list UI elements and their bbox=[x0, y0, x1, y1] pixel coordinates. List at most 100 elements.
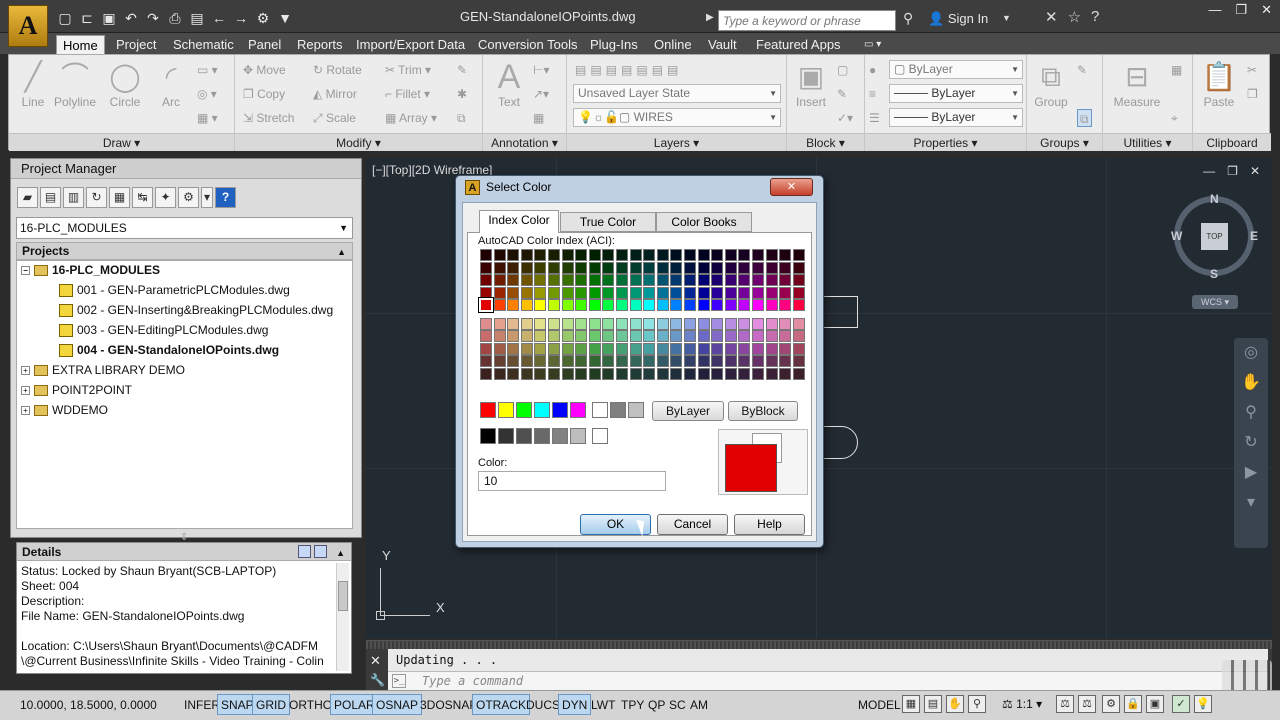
orbit-icon[interactable]: ↻ bbox=[1234, 428, 1268, 458]
aci-color-cell[interactable] bbox=[575, 342, 588, 355]
aci-color-cell[interactable] bbox=[548, 286, 560, 299]
viewcube-top-face[interactable]: TOP bbox=[1201, 223, 1228, 250]
color-input[interactable]: 10 bbox=[478, 471, 666, 491]
aci-color-cell[interactable] bbox=[724, 249, 737, 261]
move-tool[interactable]: ✥ Move bbox=[243, 61, 286, 79]
hatch-icon[interactable]: ◎ ▾ bbox=[197, 85, 217, 103]
aci-color-cell[interactable] bbox=[548, 299, 560, 311]
attribute-icon[interactable]: ✓▾ bbox=[837, 109, 853, 127]
selected-color-cell[interactable] bbox=[478, 297, 494, 313]
exchange-icon[interactable]: ✕ bbox=[1045, 8, 1058, 26]
aci-color-cell[interactable] bbox=[629, 342, 642, 355]
quick-color-cell[interactable] bbox=[570, 402, 586, 418]
aci-color-cell[interactable] bbox=[548, 355, 560, 367]
aci-color-cell[interactable] bbox=[520, 367, 533, 380]
collapse-icon[interactable]: − bbox=[21, 266, 30, 276]
command-input[interactable]: >_ Type a command bbox=[388, 671, 1268, 690]
annotation-scale[interactable]: ⚖ 1:1 ▾ bbox=[1002, 697, 1042, 711]
aci-color-cell[interactable] bbox=[534, 299, 547, 311]
aci-color-cell[interactable] bbox=[643, 249, 656, 261]
aci-color-cell[interactable] bbox=[765, 355, 778, 367]
aci-color-cell[interactable] bbox=[724, 355, 737, 367]
quick-color-cell[interactable] bbox=[610, 402, 626, 418]
quick-color-cell[interactable] bbox=[498, 428, 514, 444]
quick-color-cell[interactable] bbox=[498, 402, 514, 418]
insert-tool[interactable]: ▣ Insert bbox=[787, 59, 835, 109]
tab-color-books[interactable]: Color Books bbox=[656, 212, 752, 232]
aci-color-cell[interactable] bbox=[656, 355, 669, 367]
aci-color-cell[interactable] bbox=[507, 342, 520, 355]
stretch-tool[interactable]: ⇲ Stretch bbox=[243, 109, 294, 127]
aci-color-cell[interactable] bbox=[520, 330, 533, 342]
aci-color-cell[interactable] bbox=[779, 261, 792, 274]
compass-west[interactable]: W bbox=[1171, 229, 1182, 243]
panel-properties-label[interactable]: Properties ▾ bbox=[865, 133, 1026, 151]
aci-color-cell[interactable] bbox=[670, 342, 683, 355]
panel-utilities-label[interactable]: Utilities ▾ bbox=[1103, 133, 1192, 151]
help-icon[interactable]: ? bbox=[1091, 8, 1099, 26]
aci-color-cell[interactable] bbox=[602, 286, 615, 299]
aci-color-cell[interactable] bbox=[670, 367, 683, 380]
aci-color-cell[interactable] bbox=[520, 317, 533, 330]
bylayer-button[interactable]: ByLayer bbox=[652, 401, 724, 421]
table-icon[interactable]: ▦ bbox=[533, 109, 544, 127]
aci-color-cell[interactable] bbox=[792, 286, 805, 299]
aci-color-cell[interactable] bbox=[480, 286, 492, 299]
aci-color-cell[interactable] bbox=[684, 274, 696, 286]
aci-color-cell[interactable] bbox=[602, 367, 615, 380]
aci-color-cell[interactable] bbox=[629, 299, 642, 311]
aci-color-cell[interactable] bbox=[561, 330, 574, 342]
isolate-objects-icon[interactable]: ✓ bbox=[1172, 695, 1190, 713]
more-tools-icon[interactable]: ▾ bbox=[201, 187, 213, 208]
expand-icon[interactable]: + bbox=[21, 366, 30, 376]
aci-color-cell[interactable] bbox=[616, 249, 628, 261]
aci-color-cell[interactable] bbox=[643, 355, 656, 367]
pan-icon[interactable]: ✋ bbox=[1234, 368, 1268, 398]
aci-color-cell[interactable] bbox=[548, 249, 560, 261]
aci-color-cell[interactable] bbox=[697, 299, 710, 311]
aci-color-cell[interactable] bbox=[792, 367, 805, 380]
polyline-tool[interactable]: ⌒ Polyline bbox=[51, 59, 99, 109]
aci-color-cell[interactable] bbox=[520, 274, 533, 286]
showmotion-icon[interactable]: ▶ bbox=[1234, 458, 1268, 488]
details-view-icon[interactable] bbox=[298, 545, 311, 558]
save-icon[interactable]: ▣ bbox=[100, 10, 118, 26]
pan-icon[interactable]: ✋ bbox=[946, 695, 964, 713]
aci-color-cell[interactable] bbox=[765, 367, 778, 380]
aci-color-cell[interactable] bbox=[561, 299, 574, 311]
aci-color-cell[interactable] bbox=[616, 355, 628, 367]
aci-color-cell[interactable] bbox=[588, 367, 601, 380]
aci-color-cell[interactable] bbox=[765, 330, 778, 342]
tab-home[interactable]: Home bbox=[56, 35, 105, 54]
aci-color-cell[interactable] bbox=[684, 367, 696, 380]
aci-color-cell[interactable] bbox=[684, 299, 696, 311]
aci-color-cell[interactable] bbox=[738, 330, 751, 342]
aci-color-cell[interactable] bbox=[588, 330, 601, 342]
linetype-combo[interactable]: ──── ByLayer ▼ bbox=[889, 84, 1023, 103]
panel-layers-label[interactable]: Layers ▾ bbox=[567, 133, 786, 151]
aci-color-cell[interactable] bbox=[534, 330, 547, 342]
new-project-icon[interactable]: ▤ bbox=[40, 187, 61, 208]
explode-icon[interactable]: ✱ bbox=[457, 85, 467, 103]
create-block-icon[interactable]: ▢ bbox=[837, 61, 848, 79]
group-tool[interactable]: ⧉ Group bbox=[1027, 59, 1075, 109]
quickcalc-icon[interactable]: ▦ bbox=[1171, 61, 1182, 79]
aci-color-cell[interactable] bbox=[738, 355, 751, 367]
aci-color-cell[interactable] bbox=[643, 299, 656, 311]
aci-color-cell[interactable] bbox=[629, 249, 642, 261]
aci-color-cell[interactable] bbox=[711, 367, 724, 380]
aci-color-cell[interactable] bbox=[765, 261, 778, 274]
aci-color-cell[interactable] bbox=[588, 286, 601, 299]
offset-icon[interactable]: ⧉ bbox=[457, 109, 466, 127]
minimize-icon[interactable]: — bbox=[1208, 2, 1221, 18]
aci-color-cell[interactable] bbox=[616, 274, 628, 286]
aci-color-cell[interactable] bbox=[724, 274, 737, 286]
panel-groups-label[interactable]: Groups ▾ bbox=[1027, 133, 1102, 151]
aci-color-cell[interactable] bbox=[779, 367, 792, 380]
aci-color-cell[interactable] bbox=[493, 317, 506, 330]
aci-color-cell[interactable] bbox=[561, 274, 574, 286]
aci-color-cell[interactable] bbox=[588, 299, 601, 311]
aci-color-cell[interactable] bbox=[724, 317, 737, 330]
aci-color-cell[interactable] bbox=[656, 261, 669, 274]
array-tool[interactable]: ▦ Array ▾ bbox=[385, 109, 437, 127]
